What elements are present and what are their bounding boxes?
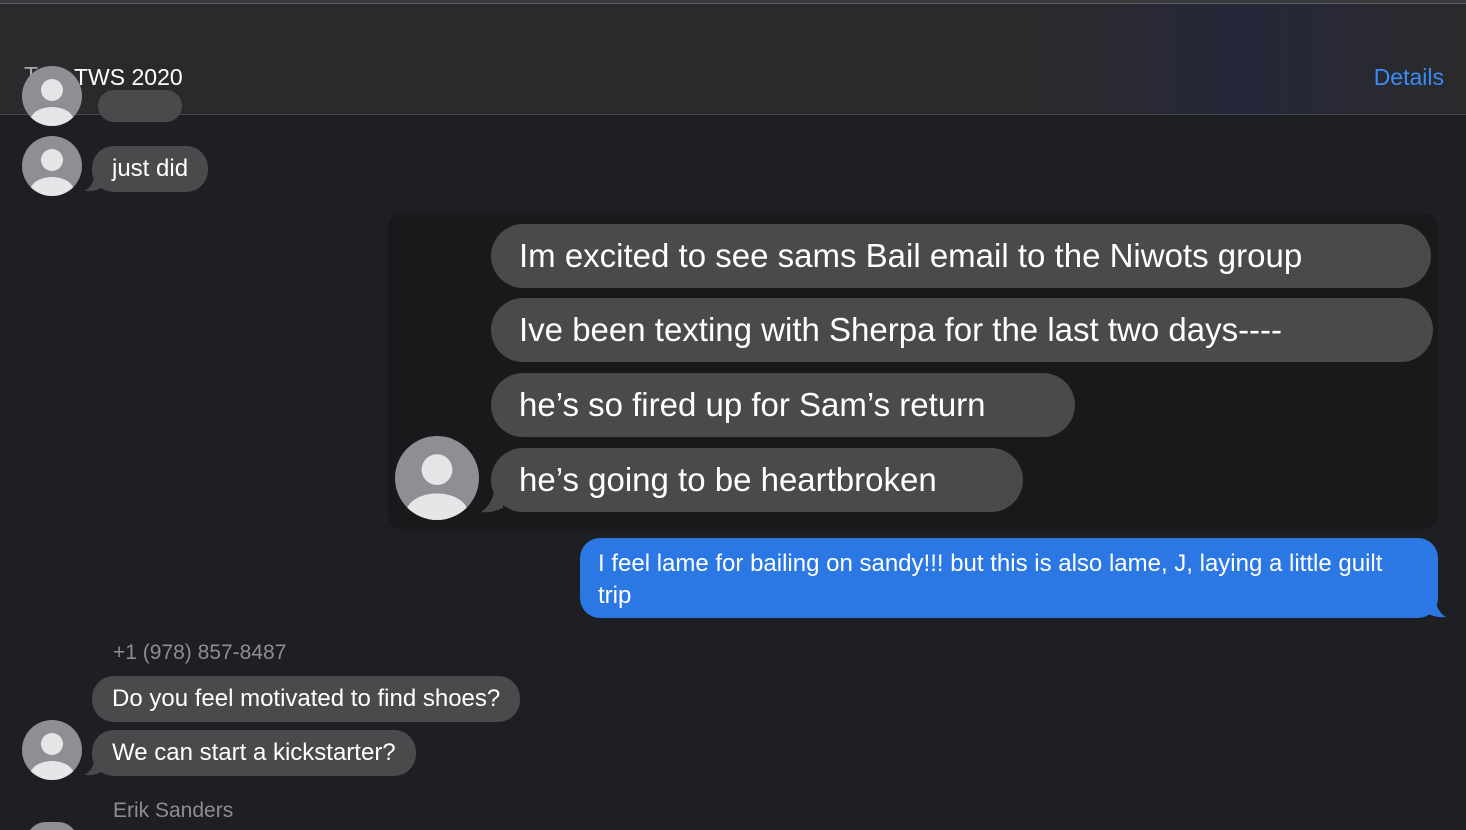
- details-button[interactable]: Details: [1374, 64, 1444, 91]
- recipient-name[interactable]: TWS 2020: [74, 64, 183, 91]
- partial-message-bubble: [98, 90, 182, 122]
- message-bubble[interactable]: he’s so fired up for Sam’s return: [491, 373, 1075, 437]
- sender-name: Erik Sanders: [113, 799, 234, 822]
- bubble-tail: [1428, 598, 1446, 618]
- sender-name: +1 (978) 857-8487: [113, 641, 287, 664]
- message-bubble[interactable]: just did: [92, 146, 209, 192]
- avatar[interactable]: [22, 66, 82, 126]
- message-bubble[interactable]: Ive been texting with Sherpa for the las…: [491, 298, 1433, 362]
- message-bubble[interactable]: Im excited to see sams Bail email to the…: [491, 224, 1431, 288]
- sent-message-bubble[interactable]: I feel lame for bailing on sandy!!! but …: [580, 538, 1438, 618]
- message-bubble[interactable]: We can start a kickstarter?: [92, 730, 416, 776]
- avatar[interactable]: [395, 436, 479, 520]
- partial-avatar: [26, 822, 78, 830]
- message-bubble[interactable]: he’s going to be heartbroken: [491, 448, 1023, 512]
- conversation-header: To: TWS 2020 Details: [0, 4, 1466, 115]
- messages-window: To: TWS 2020 Details just did Im excited…: [0, 0, 1466, 830]
- avatar[interactable]: [22, 136, 82, 196]
- message-bubble[interactable]: Do you feel motivated to find shoes?: [92, 676, 521, 722]
- avatar[interactable]: [22, 720, 82, 780]
